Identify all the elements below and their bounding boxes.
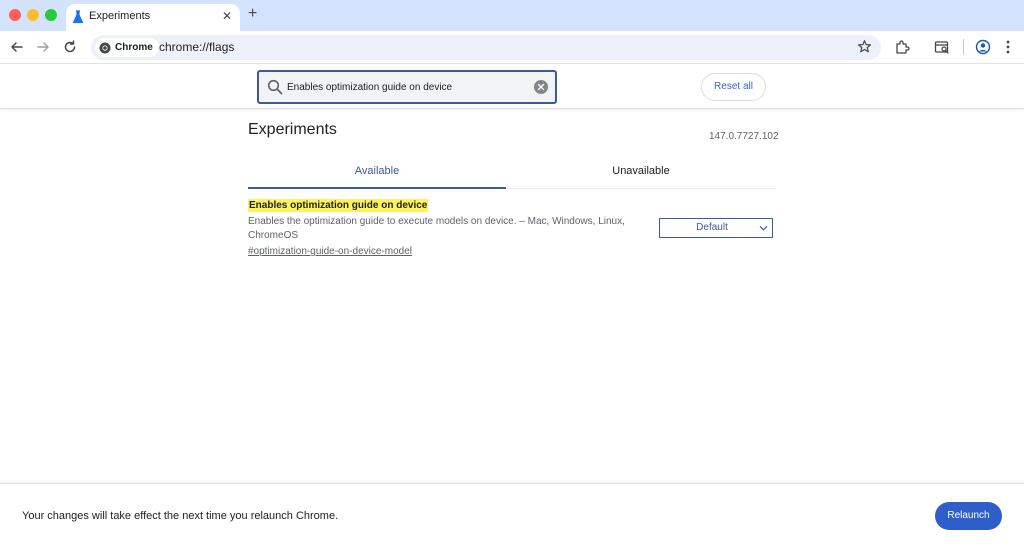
menu-dots-icon[interactable] xyxy=(1000,39,1016,55)
window-minimize-button[interactable] xyxy=(27,9,39,21)
flag-description: Enables the optimization guide to execut… xyxy=(248,216,625,241)
tab-available[interactable]: Available xyxy=(248,156,506,189)
new-tab-button[interactable]: + xyxy=(248,5,257,23)
browser-tab[interactable]: Experiments ✕ xyxy=(66,4,240,31)
reload-icon[interactable] xyxy=(62,39,78,55)
toolbar-divider xyxy=(963,39,964,55)
flag-permalink[interactable]: #optimization-guide-on-device-model xyxy=(248,246,412,257)
chrome-logo-icon xyxy=(99,42,111,53)
tab-search-icon[interactable] xyxy=(934,39,950,55)
select-value: Default xyxy=(696,222,728,233)
reset-all-button[interactable]: Reset all xyxy=(701,73,766,101)
relaunch-message: Your changes will take effect the next t… xyxy=(22,510,339,522)
extensions-icon[interactable] xyxy=(894,39,910,55)
forward-arrow-icon[interactable] xyxy=(35,39,51,55)
site-info-chip[interactable]: Chrome xyxy=(95,38,159,57)
page-title: Experiments xyxy=(248,121,337,138)
profile-avatar-icon[interactable] xyxy=(975,39,991,55)
back-arrow-icon[interactable] xyxy=(9,39,25,55)
flask-icon xyxy=(72,10,84,24)
flags-header: Reset all xyxy=(0,64,1024,109)
chip-label: Chrome xyxy=(115,42,153,53)
window-close-button[interactable] xyxy=(9,9,21,21)
tab-title: Experiments xyxy=(89,10,151,22)
chevron-down-icon xyxy=(759,226,768,231)
clear-search-icon[interactable] xyxy=(534,80,548,94)
search-input[interactable] xyxy=(287,77,527,97)
relaunch-button[interactable]: Relaunch xyxy=(935,502,1002,530)
flags-search-box[interactable] xyxy=(257,70,557,104)
relaunch-footer: Your changes will take effect the next t… xyxy=(0,483,1024,547)
flag-state-select[interactable]: Default xyxy=(659,218,773,238)
address-bar[interactable]: Chrome chrome://flags xyxy=(91,35,881,60)
tab-strip: Experiments ✕ + xyxy=(0,0,1024,31)
window-maximize-button[interactable] xyxy=(45,9,57,21)
search-icon xyxy=(267,79,283,95)
flag-name: Enables optimization guide on device xyxy=(248,199,429,212)
browser-toolbar: Chrome chrome://flags xyxy=(0,31,1024,64)
tab-close-icon[interactable]: ✕ xyxy=(222,9,232,23)
url-text[interactable]: chrome://flags xyxy=(159,40,234,54)
version-label: 147.0.7727.102 xyxy=(709,131,779,142)
tab-unavailable[interactable]: Unavailable xyxy=(506,156,776,189)
bookmark-star-icon[interactable] xyxy=(857,39,872,54)
